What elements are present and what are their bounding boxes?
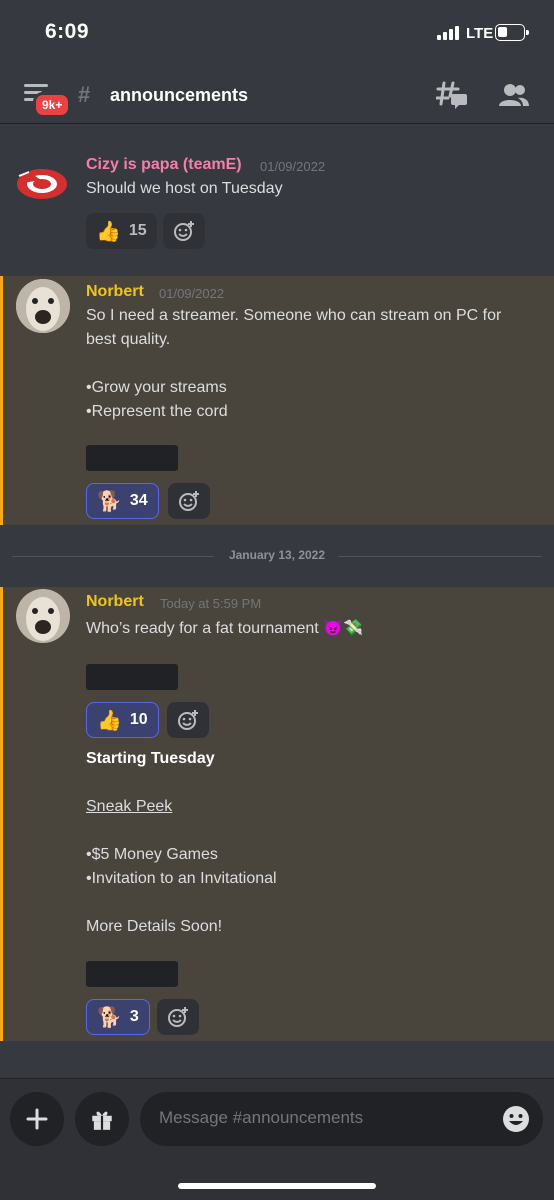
bullet-item: •Grow your streams	[86, 379, 227, 396]
channel-title[interactable]: announcements	[110, 85, 248, 106]
plus-icon	[26, 1108, 48, 1130]
reaction-dog[interactable]: 🐕 34	[86, 483, 159, 519]
bullet-item: •Represent the cord	[86, 403, 228, 420]
thumbs-up-icon: 👍	[97, 709, 122, 732]
add-reaction-button[interactable]	[157, 999, 199, 1035]
add-reaction-button[interactable]	[167, 702, 209, 738]
dog-icon: 🐕	[97, 490, 122, 513]
signal-icon	[437, 26, 459, 40]
message[interactable]: Norbert Today at 5:59 PM Who’s ready for…	[0, 587, 554, 1041]
network-label: LTE	[466, 25, 494, 42]
thumbs-up-icon: 👍	[96, 220, 121, 243]
gift-button[interactable]	[75, 1092, 129, 1146]
username[interactable]: Norbert	[86, 593, 144, 611]
composer-bar: Message #announcements	[0, 1078, 554, 1200]
add-reaction-button[interactable]	[163, 213, 205, 249]
add-reaction-button[interactable]	[168, 483, 210, 519]
reaction-count: 34	[129, 492, 148, 509]
locked-channel-icon: #	[78, 82, 91, 107]
reaction-dog[interactable]: 🐕 3	[86, 999, 150, 1035]
message-text: Should we host on Tuesday	[86, 180, 283, 197]
channel-header: 9k+ # announcements	[0, 66, 554, 124]
reaction-thumbs-up[interactable]: 👍 10	[86, 702, 159, 738]
battery-icon	[495, 24, 529, 41]
message-input-placeholder: Message #announcements	[159, 1108, 364, 1127]
bullet-item: •Invitation to an Invitational	[86, 870, 277, 887]
status-bar: 6:09 LTE	[0, 0, 554, 66]
spoiler-block[interactable]	[86, 445, 178, 471]
message-heading: Starting Tuesday	[86, 750, 215, 767]
add-reaction-icon	[178, 710, 198, 730]
message-input[interactable]: Message #announcements	[140, 1092, 543, 1146]
spoiler-block[interactable]	[86, 664, 178, 690]
status-time: 6:09	[45, 20, 90, 43]
add-attachment-button[interactable]	[10, 1092, 64, 1146]
reaction-count: 3	[129, 1008, 139, 1025]
reaction-thumbs-up[interactable]: 👍 15	[86, 213, 157, 249]
date-divider-label: January 13, 2022	[228, 548, 326, 562]
message-text: best quality.	[86, 331, 171, 348]
sneak-peek-link[interactable]: Sneak Peek	[86, 795, 172, 819]
avatar[interactable]	[16, 279, 70, 333]
username[interactable]: Cizy is papa (teamE)	[86, 156, 242, 174]
threads-icon[interactable]	[436, 80, 468, 110]
home-indicator	[178, 1183, 376, 1189]
message-text: More Details Soon!	[86, 918, 223, 935]
reaction-count: 15	[128, 222, 147, 239]
add-reaction-icon	[174, 221, 194, 241]
message-text: Who’s ready for a fat tournament 😈💸	[86, 620, 363, 637]
message[interactable]: Norbert 01/09/2022 So I need a streamer.…	[0, 276, 554, 525]
timestamp: Today at 5:59 PM	[160, 596, 262, 611]
add-reaction-icon	[168, 1007, 188, 1027]
avatar[interactable]	[16, 589, 70, 643]
emoji-icon[interactable]	[502, 1105, 530, 1133]
message[interactable]: Cizy is papa (teamE) 01/09/2022 Should w…	[0, 124, 554, 276]
gift-icon	[92, 1111, 112, 1130]
reaction-count: 10	[129, 711, 148, 728]
timestamp: 01/09/2022	[260, 159, 326, 174]
date-divider: January 13, 2022	[0, 540, 554, 574]
bullet-item: •$5 Money Games	[86, 846, 218, 863]
spoiler-block[interactable]	[86, 961, 178, 987]
dog-icon: 🐕	[97, 1006, 122, 1029]
members-icon[interactable]	[498, 82, 530, 108]
username[interactable]: Norbert	[86, 283, 144, 301]
timestamp: 01/09/2022	[159, 286, 225, 301]
notification-badge: 9k+	[33, 92, 72, 118]
avatar[interactable]	[15, 154, 69, 208]
add-reaction-icon	[179, 491, 199, 511]
message-text: So I need a streamer. Someone who can st…	[86, 307, 502, 324]
